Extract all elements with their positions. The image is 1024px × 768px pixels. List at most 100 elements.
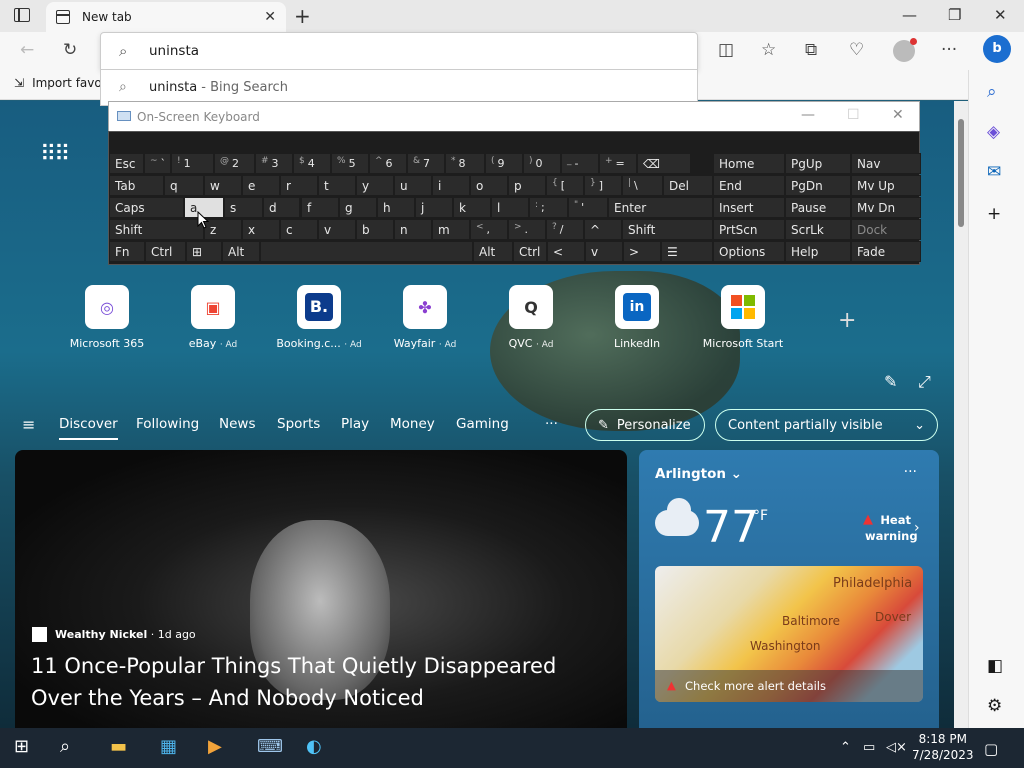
tab-news[interactable]: News	[219, 416, 255, 432]
microsoft365-icon[interactable]: ◈	[987, 122, 1000, 142]
osk-key[interactable]: u	[394, 175, 432, 196]
osk-key[interactable]: Alt	[222, 241, 260, 262]
osk-key[interactable]: b	[356, 219, 394, 240]
heat-warning-label[interactable]: Heat warning	[865, 512, 918, 544]
network-icon[interactable]: ▭	[863, 740, 875, 755]
outlook-icon[interactable]: ✉	[987, 162, 1001, 182]
osk-key[interactable]: }]	[584, 175, 622, 196]
osk-key[interactable]: ⌫	[637, 153, 691, 174]
osk-key[interactable]: @2	[214, 153, 255, 174]
tray-chevron-icon[interactable]: ⌃	[840, 740, 851, 755]
osk-nav-key[interactable]: PgDn	[785, 175, 851, 196]
osk-maximize-icon[interactable]: ☐	[847, 107, 860, 123]
osk-key[interactable]: n	[394, 219, 432, 240]
osk-key[interactable]: + =	[599, 153, 637, 174]
weather-card[interactable]: Arlington ⌄ ··· 77 °F ▲ Heat warning › P…	[639, 450, 939, 728]
osk-nav-key[interactable]: ScrLk	[785, 219, 851, 240]
quicklink[interactable]: Q QVC · Ad	[481, 285, 581, 350]
close-window-icon[interactable]: ✕	[994, 6, 1007, 24]
osk-key[interactable]: p	[508, 175, 546, 196]
quicklink[interactable]: B. Booking.c... · Ad	[269, 285, 369, 350]
address-bar[interactable]: ⌕ uninsta	[100, 32, 698, 70]
alert-details-link[interactable]: ▲ Check more alert details	[655, 670, 923, 702]
start-icon[interactable]: ⊞	[14, 736, 29, 757]
osk-key[interactable]: Caps	[109, 197, 184, 218]
volume-muted-icon[interactable]: ◁×	[886, 740, 907, 755]
split-screen-icon[interactable]: ◫	[718, 40, 734, 60]
tab-play[interactable]: Play	[341, 416, 369, 432]
profile-avatar[interactable]	[893, 38, 917, 62]
quicklink[interactable]: in LinkedIn	[587, 285, 687, 350]
weather-alert-map[interactable]: Philadelphia Baltimore Washington Dover …	[655, 566, 923, 702]
osk-nav-key[interactable]: PrtScn	[713, 219, 785, 240]
osk-key[interactable]: e	[242, 175, 280, 196]
osk-taskbar-icon[interactable]: ⌨	[257, 736, 283, 757]
quicklink[interactable]: ◎ Microsoft 365	[57, 285, 157, 350]
system-clock[interactable]: 8:18 PM 7/28/2023	[912, 731, 974, 763]
search-suggestion[interactable]: uninsta - Bing Search	[149, 80, 288, 95]
add-sidebar-app-icon[interactable]: +	[987, 204, 1001, 224]
osk-key[interactable]: c	[280, 219, 318, 240]
osk-nav-key[interactable]: End	[713, 175, 785, 196]
browser-essentials-icon[interactable]: ♡	[849, 40, 864, 60]
osk-key[interactable]: Enter	[608, 197, 713, 218]
back-icon[interactable]: ←	[20, 40, 34, 60]
osk-nav-key[interactable]: Mv Dn	[851, 197, 921, 218]
osk-key[interactable]: g	[339, 197, 377, 218]
osk-close-icon[interactable]: ✕	[892, 107, 904, 123]
osk-key[interactable]: d	[263, 197, 300, 218]
osk-key[interactable]: ! 1	[171, 153, 214, 174]
osk-key[interactable]: Fn	[109, 241, 145, 262]
hamburger-menu-icon[interactable]: ≡	[22, 415, 35, 434]
osk-key[interactable]: o	[470, 175, 508, 196]
osk-key[interactable]: Tab	[109, 175, 164, 196]
osk-nav-key[interactable]: Mv Up	[851, 175, 921, 196]
osk-key[interactable]: Esc	[109, 153, 144, 174]
osk-key[interactable]: #3	[255, 153, 293, 174]
osk-nav-key[interactable]: Fade	[851, 241, 921, 262]
osk-key[interactable]: Del	[663, 175, 713, 196]
scrollbar-thumb[interactable]	[958, 119, 964, 227]
osk-key[interactable]: & 7	[407, 153, 445, 174]
weather-location[interactable]: Arlington ⌄	[655, 466, 742, 482]
media-player-icon[interactable]: ▶	[208, 736, 222, 757]
osk-key[interactable]: Ctrl	[513, 241, 547, 262]
tab-sports[interactable]: Sports	[277, 416, 320, 432]
osk-nav-key[interactable]: PgUp	[785, 153, 851, 174]
edge-taskbar-icon[interactable]: ◐	[306, 736, 322, 757]
osk-key[interactable]: ? /	[546, 219, 584, 240]
osk-nav-key[interactable]: Options	[713, 241, 785, 262]
osk-key[interactable]: ^	[584, 219, 622, 240]
quicklink[interactable]: Microsoft Start	[693, 285, 793, 350]
osk-nav-key[interactable]: Help	[785, 241, 851, 262]
article-headline[interactable]: 11 Once-Popular Things That Quietly Disa…	[31, 650, 611, 714]
file-explorer-icon[interactable]: ▬	[110, 736, 127, 757]
hero-article-card[interactable]: Wealthy Nickel · 1d ago 11 Once-Popular …	[15, 450, 627, 728]
hide-sidebar-icon[interactable]: ◧	[987, 656, 1003, 676]
osk-key[interactable]: | \	[622, 175, 663, 196]
expand-icon[interactable]: ⤢	[918, 372, 931, 392]
osk-key[interactable]: :;	[529, 197, 568, 218]
more-options-icon[interactable]: ···	[941, 40, 957, 60]
osk-key[interactable]: ) 0	[523, 153, 561, 174]
collections-icon[interactable]: ⧉	[805, 40, 817, 60]
tab-following[interactable]: Following	[136, 416, 199, 432]
personalize-button[interactable]: ✎ Personalize	[585, 409, 705, 441]
import-favorites-link[interactable]: ⇲ Import favo	[14, 76, 102, 90]
osk-minimize-icon[interactable]: —	[801, 107, 815, 123]
osk-key[interactable]: y	[356, 175, 394, 196]
osk-key[interactable]: v	[318, 219, 356, 240]
osk-key[interactable]	[260, 241, 473, 262]
osk-nav-key[interactable]: Insert	[713, 197, 785, 218]
tab-discover[interactable]: Discover	[59, 416, 118, 440]
sidebar-settings-icon[interactable]: ⚙	[987, 696, 1002, 716]
osk-key[interactable]: f	[301, 197, 339, 218]
osk-key[interactable]: h	[377, 197, 415, 218]
minimize-icon[interactable]: —	[902, 6, 917, 24]
quicklink[interactable]: ✤ Wayfair · Ad	[375, 285, 475, 350]
app-launcher-icon[interactable]: ⠿⠿	[40, 142, 70, 167]
osk-key[interactable]: q	[164, 175, 204, 196]
osk-key[interactable]: i	[432, 175, 470, 196]
osk-key[interactable]: r	[280, 175, 318, 196]
copilot-icon[interactable]: b	[983, 35, 1011, 63]
